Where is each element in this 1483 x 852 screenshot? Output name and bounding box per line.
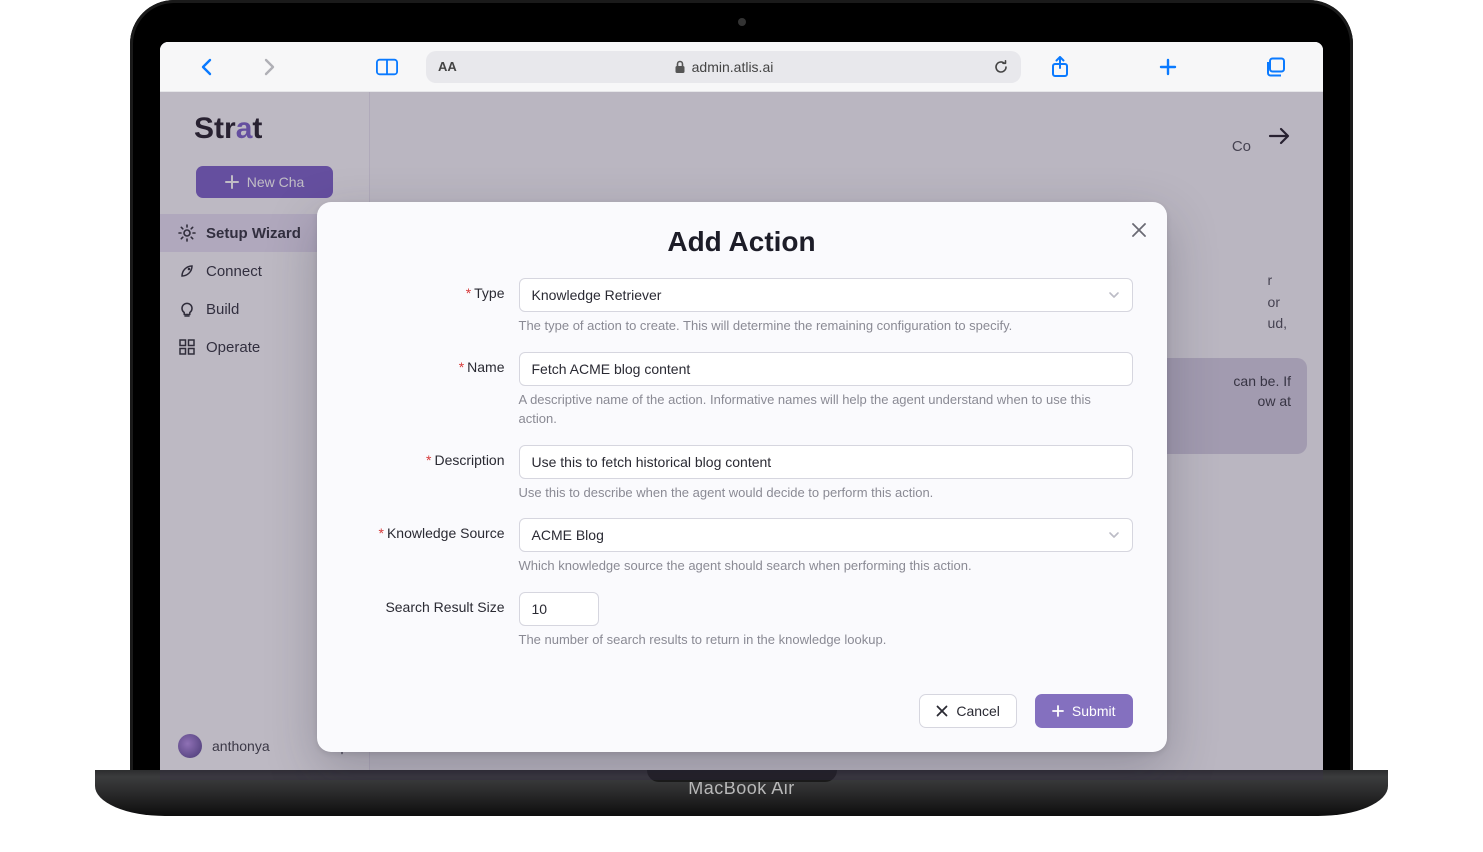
field-row-name: *Name A descriptive name of the action. … — [351, 352, 1133, 429]
reload-icon[interactable] — [993, 59, 1009, 75]
camera-notch — [738, 18, 746, 26]
close-icon[interactable] — [1131, 222, 1147, 238]
type-label: Type — [474, 285, 504, 301]
knowledge-source-help: Which knowledge source the agent should … — [519, 557, 1133, 576]
submit-label: Submit — [1072, 703, 1116, 719]
field-row-description: *Description Use this to describe when t… — [351, 445, 1133, 503]
share-icon[interactable] — [1037, 56, 1083, 78]
search-result-size-label: Search Result Size — [385, 599, 504, 615]
search-result-size-input[interactable] — [519, 592, 599, 626]
url-text: admin.atlis.ai — [692, 59, 774, 75]
browser-toolbar: AA admin.atlis.ai — [160, 42, 1323, 92]
url-bar[interactable]: AA admin.atlis.ai — [426, 51, 1021, 83]
add-action-modal: Add Action *Type Knowledge Retriever The… — [317, 202, 1167, 752]
type-help: The type of action to create. This will … — [519, 317, 1133, 336]
bookmarks-icon[interactable] — [364, 57, 410, 77]
submit-button[interactable]: Submit — [1035, 694, 1133, 728]
device-frame: AA admin.atlis.ai — [130, 0, 1353, 780]
search-result-size-help: The number of search results to return i… — [519, 631, 1133, 650]
cancel-label: Cancel — [956, 703, 1000, 719]
description-input[interactable] — [519, 445, 1133, 479]
description-help: Use this to describe when the agent woul… — [519, 484, 1133, 503]
field-row-knowledge-source: *Knowledge Source ACME Blog Which knowle… — [351, 518, 1133, 576]
new-tab-icon[interactable] — [1145, 57, 1191, 77]
name-label: Name — [467, 359, 504, 375]
name-input[interactable] — [519, 352, 1133, 386]
name-help: A descriptive name of the action. Inform… — [519, 391, 1133, 429]
field-row-type: *Type Knowledge Retriever The type of ac… — [351, 278, 1133, 336]
app-content: Strat New Cha Setup Wizard Connect Build — [160, 92, 1323, 780]
modal-footer: Cancel Submit — [351, 694, 1133, 728]
tabs-overview-icon[interactable] — [1253, 57, 1299, 77]
chevron-down-icon — [1108, 529, 1120, 541]
nav-back-button[interactable] — [184, 57, 230, 77]
lock-icon — [674, 60, 686, 74]
field-row-search-result-size: Search Result Size The number of search … — [351, 592, 1133, 650]
description-label: Description — [434, 452, 504, 468]
text-size-icon[interactable]: AA — [438, 59, 457, 74]
cancel-button[interactable]: Cancel — [919, 694, 1017, 728]
chevron-down-icon — [1108, 289, 1120, 301]
knowledge-source-select[interactable]: ACME Blog — [519, 518, 1133, 552]
knowledge-source-label: Knowledge Source — [387, 525, 505, 541]
type-select[interactable]: Knowledge Retriever — [519, 278, 1133, 312]
modal-title: Add Action — [351, 226, 1133, 258]
device-screen: AA admin.atlis.ai — [160, 42, 1323, 780]
nav-forward-button[interactable] — [246, 57, 292, 77]
